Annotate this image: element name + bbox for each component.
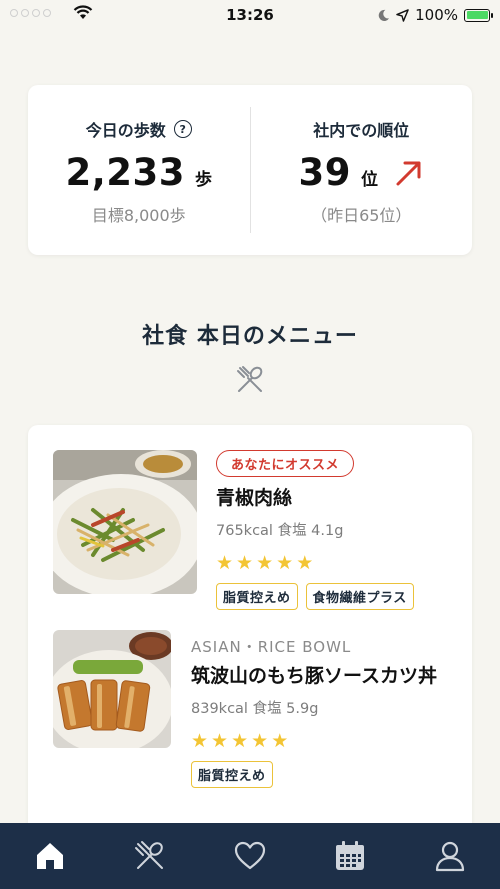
star-icon: ★: [191, 729, 209, 752]
status-bar: 13:26 100%: [0, 0, 500, 30]
today-steps-label-row: 今日の歩数 ?: [28, 117, 250, 141]
today-steps-label: 今日の歩数: [85, 121, 166, 140]
status-right: 100%: [377, 6, 493, 24]
trend-up-arrow-icon: [396, 161, 421, 185]
dish-nutrition: 765kcal 食塩 4.1g: [216, 522, 344, 539]
star-icon: ★: [211, 729, 229, 752]
rank-yesterday: （昨日65位）: [311, 206, 412, 225]
today-steps-value: 2,233: [65, 151, 186, 194]
dish-tag: 脂質控えめ: [191, 760, 273, 788]
today-steps-unit: 歩: [195, 170, 213, 190]
rank-label: 社内での順位: [313, 121, 410, 140]
star-icon: ★: [216, 551, 234, 574]
tab-calendar[interactable]: [300, 823, 400, 889]
dish-tag: 食物繊維プラス: [305, 582, 414, 610]
rank-value-row: 39 位: [251, 151, 473, 194]
today-steps-value-row: 2,233 歩: [28, 151, 250, 194]
profile-icon[interactable]: [433, 839, 467, 873]
moon-icon: [378, 9, 390, 21]
star-icon: ★: [251, 729, 269, 752]
battery-percent: 100%: [415, 6, 458, 24]
menu-section-title: 社食 本日のメニュー: [142, 324, 358, 349]
battery-level: [466, 11, 488, 19]
tab-home[interactable]: [0, 823, 100, 889]
tab-bar: [0, 823, 500, 889]
heart-icon[interactable]: [233, 839, 267, 873]
dish-tag: 脂質控えめ: [216, 582, 298, 610]
star-icon: ★: [271, 729, 289, 752]
tab-profile[interactable]: [400, 823, 500, 889]
tab-menu[interactable]: [100, 823, 200, 889]
dish-tags: 脂質控えめ: [191, 760, 449, 788]
dish-name[interactable]: 青椒肉絲: [216, 485, 446, 513]
dish-info: ASIAN・RICE BOWL 筑波山のもち豚ソースカツ丼 839kcal 食塩…: [191, 630, 449, 788]
star-icon: ★: [296, 551, 314, 574]
steps-goal: 目標8,000歩: [91, 206, 186, 225]
utensils-icon[interactable]: [133, 839, 167, 873]
star-icon: ★: [231, 729, 249, 752]
dish-tags: 脂質控えめ 食物繊維プラス: [216, 582, 446, 610]
home-icon[interactable]: [33, 839, 67, 873]
star-icon: ★: [256, 551, 274, 574]
rank-value: 39: [298, 151, 351, 194]
location-arrow-icon: [396, 8, 409, 22]
steps-card[interactable]: 今日の歩数 ? 2,233 歩 目標8,000歩 社内での順位 39 位 （昨日…: [28, 85, 472, 255]
dish-category: ASIAN・RICE BOWL: [191, 638, 352, 656]
battery-icon: [464, 8, 493, 22]
star-icon: ★: [236, 551, 254, 574]
dish-photo: [53, 630, 171, 748]
rank-label-row: 社内での順位: [251, 117, 473, 141]
rating-stars: ★ ★ ★ ★ ★: [216, 551, 446, 574]
rank-unit: 位: [361, 170, 378, 190]
help-icon[interactable]: ?: [173, 120, 192, 138]
utensils-icon: [237, 366, 263, 392]
recommend-badge: あなたにオススメ: [216, 450, 355, 477]
dish-nutrition: 839kcal 食塩 5.9g: [191, 700, 319, 717]
dish-photo: [53, 450, 197, 594]
star-icon: ★: [276, 551, 294, 574]
dish-name[interactable]: 筑波山のもち豚ソースカツ丼: [191, 663, 449, 691]
rating-stars: ★ ★ ★ ★ ★: [191, 729, 449, 752]
company-rank: 社内での順位 39 位 （昨日65位）: [251, 85, 473, 255]
dish-info: あなたにオススメ 青椒肉絲 765kcal 食塩 4.1g ★ ★ ★ ★ ★ 脂質控え…: [216, 450, 446, 610]
tab-favorites[interactable]: [200, 823, 300, 889]
calendar-icon[interactable]: [333, 839, 367, 873]
today-steps: 今日の歩数 ? 2,233 歩 目標8,000歩: [28, 85, 250, 255]
menu-card: あなたにオススメ 青椒肉絲 765kcal 食塩 4.1g ★ ★ ★ ★ ★ 脂質控え…: [28, 425, 472, 845]
